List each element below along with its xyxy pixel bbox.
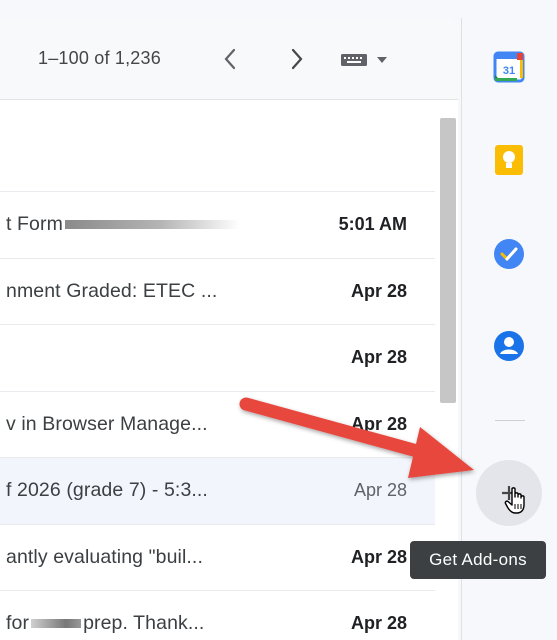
email-row[interactable]: t Form 5:01 AM	[0, 192, 435, 259]
caret-down-icon	[377, 57, 387, 63]
email-row[interactable]: for prep. Thank... Apr 28	[0, 591, 435, 640]
tasks-icon	[494, 239, 524, 269]
email-date: Apr 28	[350, 613, 407, 633]
chevron-left-icon	[224, 48, 236, 70]
pagination-label: 1–100 of 1,236	[38, 48, 161, 68]
mail-toolbar: 1–100 of 1,236	[0, 18, 458, 100]
email-subject: for prep. Thank...	[6, 612, 205, 634]
email-row[interactable]: Apr 28	[0, 325, 435, 392]
email-date: 5:01 AM	[338, 214, 407, 234]
contacts-icon	[494, 331, 524, 361]
email-date: Apr 28	[350, 413, 407, 434]
get-addons-button[interactable]	[476, 460, 542, 526]
email-subject: nment Graded: ETEC ...	[6, 279, 218, 302]
list-blank-row	[0, 100, 435, 192]
list-scrollbar[interactable]	[440, 118, 456, 403]
redacted-text	[64, 220, 240, 230]
email-date: Apr 28	[350, 280, 407, 301]
email-date: Apr 28	[350, 546, 407, 567]
redacted-text	[31, 619, 82, 629]
email-list: t Form 5:01 AM nment Graded: ETEC ... Ap…	[0, 100, 435, 640]
contacts-app-button[interactable]	[492, 329, 526, 363]
svg-text:31: 31	[503, 65, 515, 77]
input-tools-button[interactable]	[340, 48, 400, 72]
hand-cursor-icon	[504, 487, 525, 514]
email-subject: v in Browser Manage...	[6, 412, 208, 435]
email-row[interactable]: nment Graded: ETEC ... Apr 28	[0, 258, 435, 325]
newer-button[interactable]	[280, 42, 314, 76]
chevron-right-icon	[291, 48, 303, 70]
keyboard-icon	[341, 54, 367, 66]
get-addons-tooltip: Get Add-ons	[410, 541, 546, 579]
email-row[interactable]: antly evaluating "buil... Apr 28	[0, 524, 435, 591]
calendar-icon: 31	[493, 51, 525, 83]
tasks-app-button[interactable]	[492, 237, 526, 271]
mail-panel: 1–100 of 1,236 t Form 5:01 AM nment Grad…	[0, 18, 458, 640]
keep-app-button[interactable]	[492, 143, 526, 177]
email-row[interactable]: v in Browser Manage... Apr 28	[0, 391, 435, 458]
email-row[interactable]: f 2026 (grade 7) - 5:3... Apr 28	[0, 458, 435, 525]
email-date: Apr 28	[353, 480, 407, 500]
email-subject: t Form	[6, 213, 240, 236]
email-date: Apr 28	[350, 347, 407, 367]
email-subject: f 2026 (grade 7) - 5:3...	[6, 479, 208, 501]
calendar-app-button[interactable]: 31	[492, 50, 526, 84]
keep-icon	[495, 145, 523, 175]
older-button[interactable]	[213, 42, 247, 76]
side-panel-divider	[495, 420, 525, 421]
email-subject: antly evaluating "buil...	[6, 545, 203, 568]
